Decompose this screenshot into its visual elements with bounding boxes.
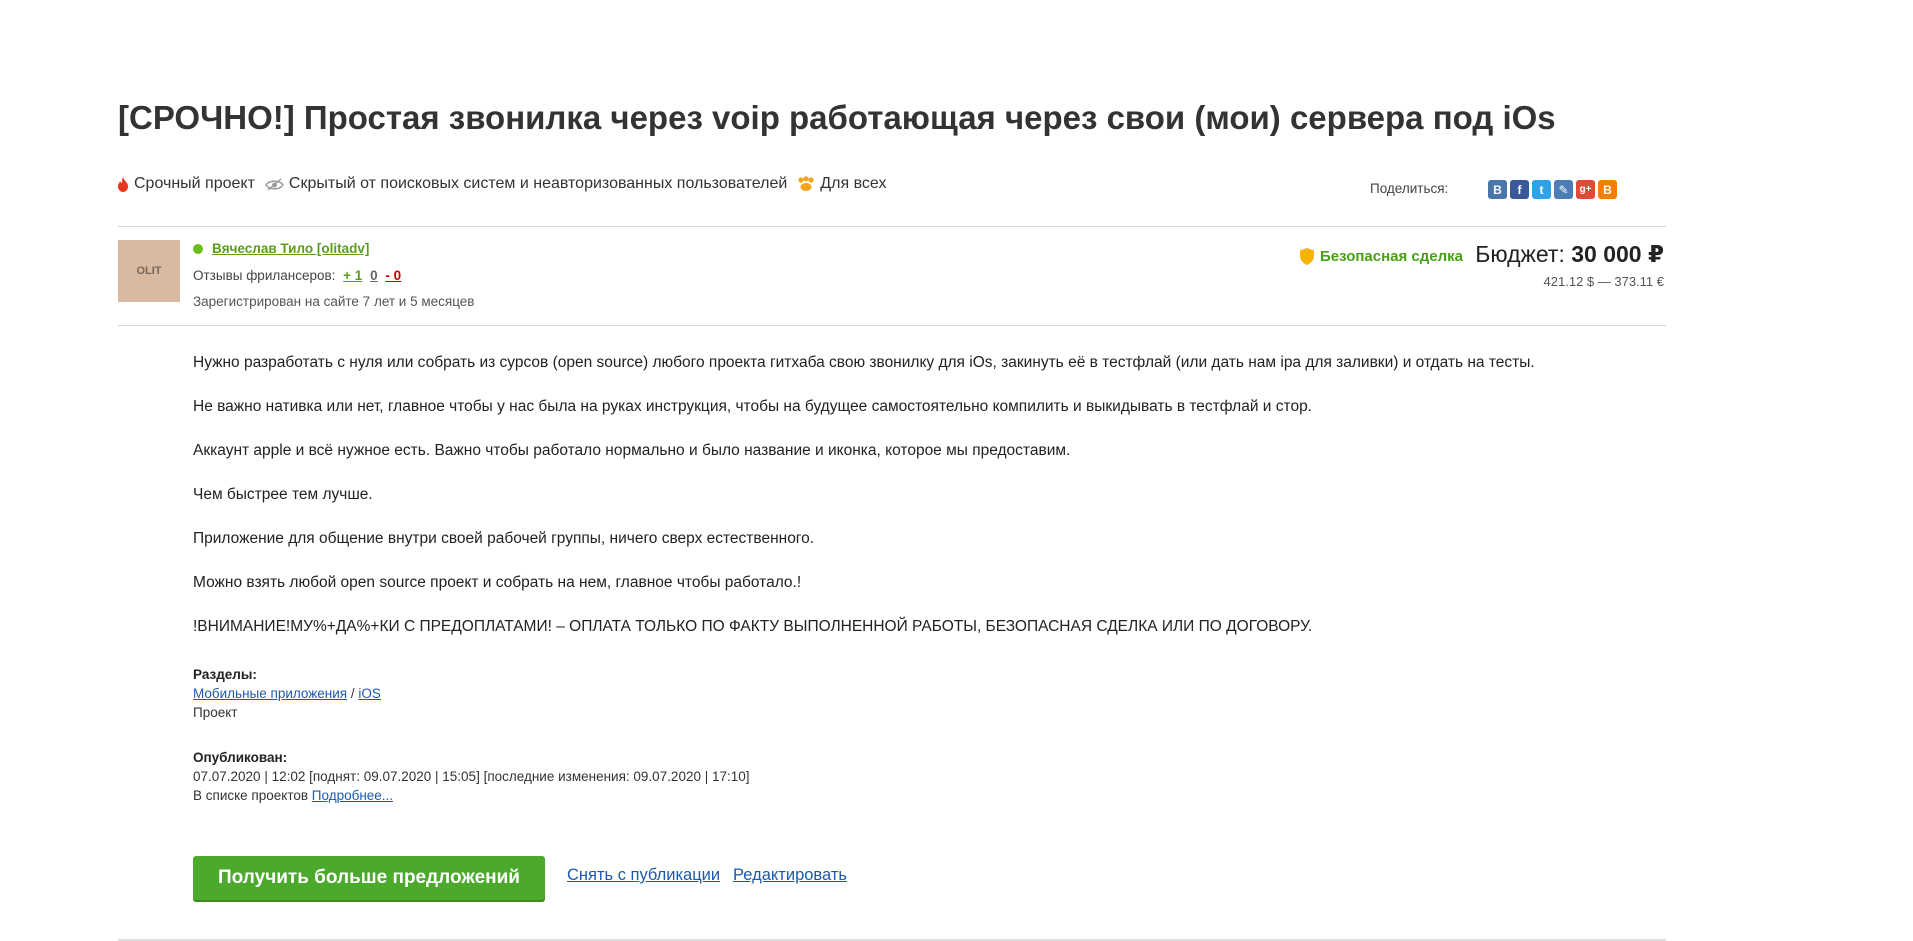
share-label: Поделиться: [1370, 181, 1449, 196]
reviews-negative-link[interactable]: - 0 [385, 268, 401, 283]
author-name-link[interactable]: Вячеслав Тило [olitadv] [212, 241, 369, 256]
share-icons: В f t ✎ g+ B [1488, 180, 1620, 199]
published-label: Опубликован: [193, 750, 288, 765]
livejournal-share-icon[interactable]: ✎ [1554, 180, 1573, 199]
tag-urgent: Срочный проект [117, 175, 255, 193]
budget-conversion: 421.12 $ — 373.11 € [1543, 274, 1664, 289]
description-paragraph: Аккаунт apple и всё нужное есть. Важно ч… [193, 442, 1071, 459]
online-status-icon [193, 243, 203, 254]
budget-label: Бюджет: [1475, 241, 1565, 267]
safe-deal-label: Безопасная сделка [1320, 248, 1464, 265]
sections-label: Разделы: [193, 667, 257, 682]
tag-for-all: Для всех [797, 175, 886, 193]
divider-author [118, 325, 1666, 326]
edit-link[interactable]: Редактировать [733, 866, 847, 885]
description-paragraph: Нужно разработать с нуля или собрать из … [193, 354, 1535, 371]
avatar[interactable]: OLIT [118, 240, 180, 302]
vk-share-icon[interactable]: В [1488, 180, 1507, 199]
in-list-details-link[interactable]: Подробнее... [312, 788, 393, 803]
category-separator: / [350, 686, 355, 701]
unpublish-link[interactable]: Снять с публикации [567, 866, 720, 885]
divider-top [118, 226, 1666, 227]
google-plus-share-icon[interactable]: g+ [1576, 180, 1595, 199]
reviews-neutral-link[interactable]: 0 [370, 268, 378, 283]
description-paragraph: Чем быстрее тем лучше. [193, 486, 373, 503]
in-list-label: В списке проектов [193, 788, 309, 803]
budget: Бюджет: 30 000 ₽ [1475, 241, 1664, 268]
description-paragraph: Приложение для общение внутри своей рабо… [193, 530, 815, 547]
hidden-eye-icon [265, 177, 284, 191]
registered-duration: Зарегистрирован на сайте 7 лет и 5 месяц… [193, 294, 475, 309]
project-tags: Срочный проект Скрытый от поисковых сист… [117, 173, 896, 195]
reviews-label: Отзывы фрилансеров: [193, 268, 336, 283]
description-paragraph: Можно взять любой open source проект и с… [193, 574, 802, 591]
facebook-share-icon[interactable]: f [1510, 180, 1529, 199]
project-description: Нужно разработать с нуля или собрать из … [193, 351, 1643, 659]
sections-links: Мобильные приложения / iOS [193, 686, 381, 701]
project-type: Проект [193, 705, 238, 720]
in-list-line: В списке проектов Подробнее... [193, 788, 393, 803]
paw-icon [798, 176, 814, 191]
description-paragraph: Не важно нативка или нет, главное чтобы … [193, 398, 1312, 415]
twitter-share-icon[interactable]: t [1532, 180, 1551, 199]
published-dates: 07.07.2020 | 12:02 [поднят: 09.07.2020 |… [193, 769, 750, 784]
tag-urgent-label: Срочный проект [134, 175, 255, 192]
reviews-line: Отзывы фрилансеров: + 1 0 - 0 [193, 268, 401, 283]
reviews-positive-link[interactable]: + 1 [343, 268, 362, 283]
safe-deal-badge[interactable]: Безопасная сделка [1300, 248, 1463, 265]
tag-for-all-label: Для всех [820, 175, 887, 192]
page-title: [СРОЧНО!] Простая звонилка через voip ра… [118, 99, 1556, 136]
tag-hidden: Скрытый от поисковых систем и неавторизо… [265, 175, 787, 193]
shield-icon [1300, 248, 1314, 265]
author-line: Вячеслав Тило [olitadv] [193, 241, 369, 256]
subcategory-link[interactable]: iOS [358, 686, 381, 701]
budget-value: 30 000 ₽ [1571, 241, 1664, 267]
blogger-share-icon[interactable]: B [1598, 180, 1617, 199]
tag-hidden-label: Скрытый от поисковых систем и неавторизо… [288, 175, 788, 192]
get-more-offers-button[interactable]: Получить больше предложений [193, 856, 545, 900]
fire-icon [118, 176, 128, 192]
category-link[interactable]: Мобильные приложения [193, 686, 347, 701]
description-paragraph: !ВНИМАНИЕ!МУ%+ДА%+КИ С ПРЕДОПЛАТАМИ! – О… [193, 618, 1313, 635]
